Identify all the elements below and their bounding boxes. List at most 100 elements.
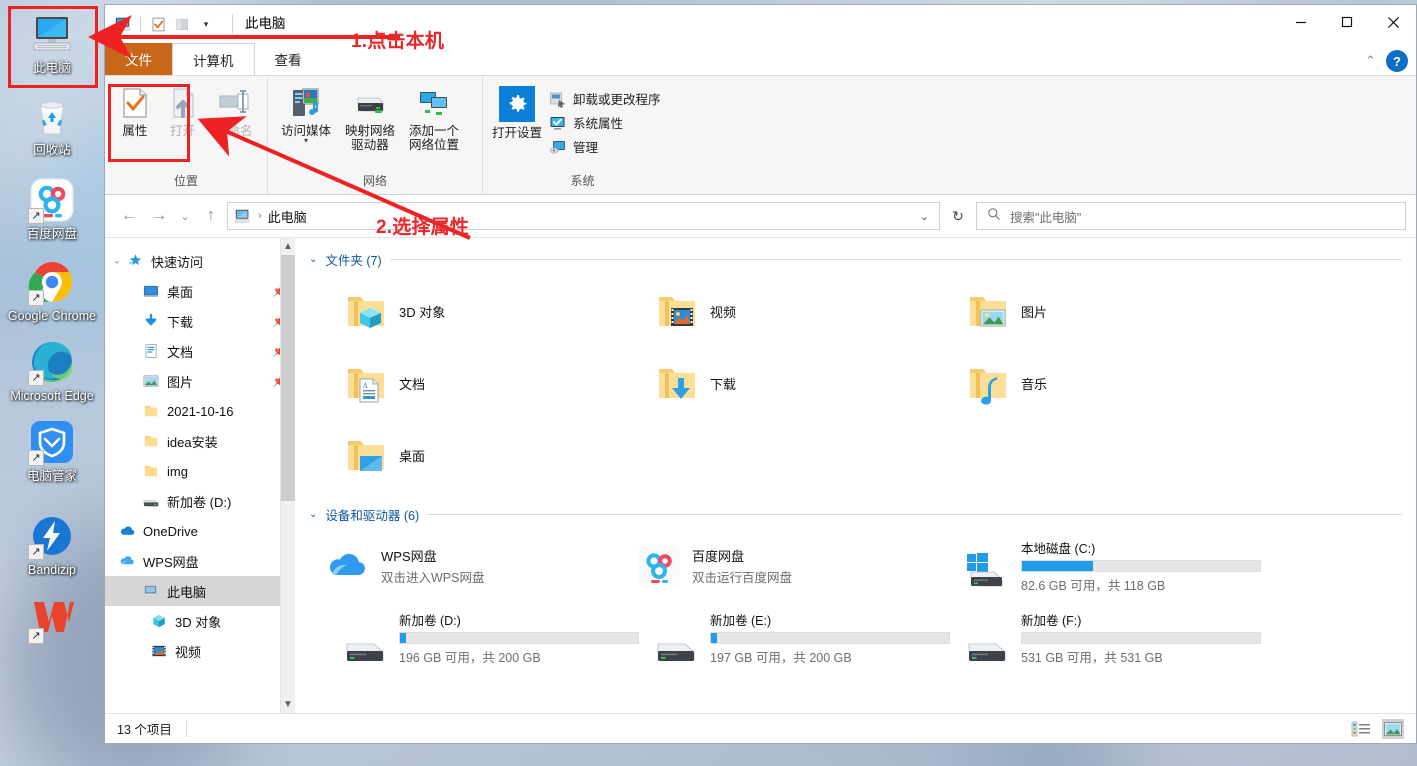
- minimize-button[interactable]: [1278, 5, 1324, 39]
- folder-name: 音乐: [1021, 376, 1048, 392]
- ribbon-system-properties-button[interactable]: 系统属性: [545, 112, 665, 133]
- ribbon-button-label: 打开设置: [491, 126, 542, 140]
- nav-item-downloads[interactable]: 下载 📌: [105, 306, 295, 336]
- customize-caret-icon[interactable]: ▾: [196, 14, 216, 34]
- ribbon-uninstall-program-button[interactable]: 卸载或更改程序: [545, 88, 665, 109]
- desktop-icon-edge[interactable]: ↗ Microsoft Edge: [4, 338, 100, 404]
- folder-tile-pictures[interactable]: 图片: [931, 275, 1242, 347]
- scroll-up-arrow-icon[interactable]: ▲: [281, 238, 295, 255]
- nav-item-3d-objects[interactable]: 3D 对象: [105, 606, 295, 636]
- tab-file[interactable]: 文件: [105, 43, 172, 75]
- back-button[interactable]: ←: [115, 202, 143, 230]
- wps-icon: ↗: [28, 596, 76, 644]
- ribbon-map-network-drive-button[interactable]: 映射网络驱动器: [338, 84, 402, 154]
- address-dropdown-icon[interactable]: ⌄: [920, 210, 933, 223]
- ribbon-access-media-button[interactable]: 访问媒体 ▾: [274, 84, 338, 146]
- desktop-icon-this-pc[interactable]: 此电脑: [4, 10, 100, 76]
- tab-computer[interactable]: 计算机: [172, 43, 255, 75]
- this-pc-icon[interactable]: [113, 14, 133, 34]
- chevron-down-icon[interactable]: ⌄: [113, 256, 121, 267]
- device-tile-drive-d[interactable]: 新加卷 (D:) 196 GB 可用，共 200 GB: [309, 602, 639, 674]
- ribbon-properties-button[interactable]: 属性: [111, 84, 159, 140]
- folder-tile-videos[interactable]: 视频: [620, 275, 931, 347]
- search-placeholder: 搜索"此电脑": [1010, 210, 1082, 225]
- nav-item-folder-idea[interactable]: idea安装: [105, 426, 295, 456]
- scroll-down-arrow-icon[interactable]: ▼: [281, 696, 295, 713]
- nav-item-folder-2021-10-16[interactable]: 2021-10-16: [105, 396, 295, 426]
- view-mode-buttons: [1350, 714, 1404, 744]
- device-name: 新加卷 (F:): [1021, 614, 1082, 628]
- folder-tile-downloads[interactable]: 下载: [620, 347, 931, 419]
- ribbon-right-controls: ⌃ ?: [1365, 50, 1408, 72]
- capacity-bar: [1021, 632, 1261, 644]
- refresh-button[interactable]: ↻: [942, 202, 974, 230]
- desktop-icon-recycle-bin[interactable]: 回收站: [4, 92, 100, 158]
- tab-label: 文件: [125, 53, 152, 68]
- device-tile-wps-cloud[interactable]: WPS网盘 双击进入WPS网盘: [309, 530, 620, 602]
- ribbon-open-settings-button[interactable]: 打开设置: [489, 84, 545, 142]
- folder-tile-desktop[interactable]: 桌面: [309, 419, 620, 491]
- folder-tile-music[interactable]: 音乐: [931, 347, 1242, 419]
- section-header-folders[interactable]: ⌄ 文件夹 (7): [309, 250, 1402, 269]
- nav-item-desktop[interactable]: 桌面 📌: [105, 276, 295, 306]
- ribbon-manage-button[interactable]: 管理: [545, 136, 665, 157]
- this-pc-icon: [28, 10, 76, 58]
- desktop-icon-bandizip[interactable]: ↗ Bandizip: [4, 512, 100, 578]
- desktop-icon: [143, 283, 160, 300]
- nav-item-folder-img[interactable]: img: [105, 456, 295, 486]
- nav-pane-scrollbar[interactable]: ▲ ▼: [280, 238, 295, 713]
- nav-item-documents[interactable]: 文档 📌: [105, 336, 295, 366]
- nav-item-quick-access[interactable]: ⌄ 快速访问: [105, 246, 295, 276]
- forward-button[interactable]: →: [145, 202, 173, 230]
- tab-view[interactable]: 查看: [254, 43, 322, 75]
- device-capacity: 197 GB 可用，共 200 GB: [710, 651, 852, 665]
- manage-icon: [549, 138, 567, 156]
- nav-item-this-pc[interactable]: 此电脑: [105, 576, 295, 606]
- section-header-devices[interactable]: ⌄ 设备和驱动器 (6): [309, 505, 1402, 524]
- help-icon[interactable]: ?: [1386, 50, 1408, 72]
- ribbon-add-network-location-button[interactable]: 添加一个网络位置: [402, 84, 466, 154]
- ribbon-open-button[interactable]: 打开: [159, 84, 207, 140]
- maximize-button[interactable]: [1324, 5, 1370, 39]
- large-icons-view-icon[interactable]: [1382, 719, 1404, 739]
- device-tile-baidu-netdisk[interactable]: 百度网盘 双击运行百度网盘: [620, 530, 931, 602]
- folder-name: 图片: [1021, 304, 1048, 320]
- nav-item-onedrive[interactable]: OneDrive: [105, 516, 295, 546]
- folder-tile-documents[interactable]: A 文档: [309, 347, 620, 419]
- device-name: WPS网盘: [381, 549, 437, 564]
- drive-icon: [143, 493, 160, 510]
- address-bar[interactable]: › 此电脑 ⌄: [227, 202, 940, 230]
- ribbon-rename-button[interactable]: 重命名: [207, 84, 261, 140]
- nav-item-drive-d[interactable]: 新加卷 (D:): [105, 486, 295, 516]
- device-name: 新加卷 (D:): [399, 614, 461, 628]
- search-box[interactable]: 搜索"此电脑": [976, 202, 1406, 230]
- up-button[interactable]: ↑: [197, 202, 225, 230]
- desktop-icon-chrome[interactable]: ↗ Google Chrome: [4, 258, 100, 324]
- nav-item-pictures[interactable]: 图片 📌: [105, 366, 295, 396]
- desktop-icon-pc-manager[interactable]: ↗ 电脑管家: [4, 418, 100, 484]
- breadcrumb-this-pc[interactable]: 此电脑: [268, 207, 307, 226]
- scrollbar-thumb[interactable]: [281, 255, 295, 501]
- desktop-icon-baidu-netdisk[interactable]: ↗ 百度网盘: [4, 176, 100, 242]
- recent-locations-button[interactable]: ⌄: [175, 202, 195, 230]
- device-tile-drive-c[interactable]: 本地磁盘 (C:) 82.6 GB 可用，共 118 GB: [931, 530, 1261, 602]
- device-tile-drive-e[interactable]: 新加卷 (E:) 197 GB 可用，共 200 GB: [620, 602, 950, 674]
- nav-item-label: 视频: [175, 644, 202, 660]
- new-folder-icon[interactable]: [172, 14, 192, 34]
- collapse-ribbon-icon[interactable]: ⌃: [1365, 53, 1376, 69]
- folder-tile-3d-objects[interactable]: 3D 对象: [309, 275, 620, 347]
- ribbon-group-title: 网络: [362, 174, 387, 188]
- details-view-icon[interactable]: [1350, 719, 1372, 739]
- close-button[interactable]: [1370, 5, 1416, 39]
- baidu-netdisk-icon: [636, 543, 682, 589]
- desktop-icon-wps[interactable]: ↗: [4, 596, 100, 647]
- desktop-icon-label: Google Chrome: [7, 309, 97, 323]
- properties-icon[interactable]: [148, 14, 168, 34]
- desktop-icon-label: Microsoft Edge: [10, 389, 94, 403]
- chevron-down-icon[interactable]: ⌄: [309, 254, 317, 265]
- chevron-down-icon[interactable]: ▾: [304, 137, 308, 145]
- nav-item-wps-cloud[interactable]: WPS网盘: [105, 546, 295, 576]
- nav-item-videos[interactable]: 视频: [105, 636, 295, 666]
- chevron-down-icon[interactable]: ⌄: [309, 509, 317, 520]
- device-tile-drive-f[interactable]: 新加卷 (F:) 531 GB 可用，共 531 GB: [931, 602, 1261, 674]
